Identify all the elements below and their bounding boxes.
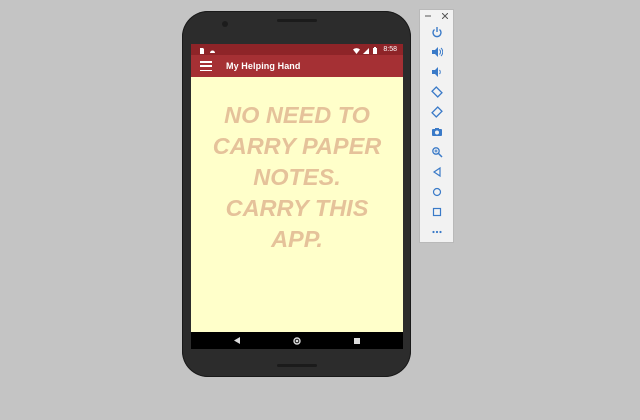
notification-icons xyxy=(199,44,215,55)
signal-icon xyxy=(363,47,370,54)
back-icon[interactable] xyxy=(428,164,446,180)
more-icon[interactable] xyxy=(428,224,446,240)
rotate-right-icon[interactable] xyxy=(428,104,446,120)
phone-screen: 8:58 My Helping Hand NO NEED TO CARRY PA… xyxy=(191,44,403,349)
hamburger-menu-icon[interactable] xyxy=(200,61,212,71)
close-icon[interactable] xyxy=(441,12,449,21)
navigation-bar xyxy=(191,332,403,349)
overview-icon[interactable] xyxy=(428,204,446,220)
volume-up-icon[interactable] xyxy=(428,44,446,60)
status-bar: 8:58 xyxy=(191,44,403,55)
back-icon[interactable] xyxy=(232,336,242,346)
home-icon[interactable] xyxy=(428,184,446,200)
sd-card-icon xyxy=(199,47,205,54)
rotate-left-icon[interactable] xyxy=(428,84,446,100)
emulator-toolbar xyxy=(419,9,454,243)
clock: 8:58 xyxy=(383,46,397,53)
app-bar: My Helping Hand xyxy=(191,55,403,77)
camera-icon[interactable] xyxy=(428,124,446,140)
banner-message: NO NEED TO CARRY PAPER NOTES. CARRY THIS… xyxy=(212,102,382,252)
bottom-speaker xyxy=(277,364,317,367)
home-icon[interactable] xyxy=(292,336,302,346)
app-title: My Helping Hand xyxy=(226,61,301,71)
recents-icon[interactable] xyxy=(352,336,362,346)
minimize-icon[interactable] xyxy=(425,12,432,21)
main-content: NO NEED TO CARRY PAPER NOTES. CARRY THIS… xyxy=(191,77,403,332)
zoom-icon[interactable] xyxy=(428,144,446,160)
wifi-icon xyxy=(353,47,361,54)
desktop: 8:58 My Helping Hand NO NEED TO CARRY PA… xyxy=(0,0,640,420)
phone-frame: 8:58 My Helping Hand NO NEED TO CARRY PA… xyxy=(182,11,411,377)
volume-down-icon[interactable] xyxy=(428,64,446,80)
battery-icon xyxy=(373,46,379,54)
power-icon[interactable] xyxy=(428,24,446,40)
android-icon xyxy=(209,47,215,53)
system-icons: 8:58 xyxy=(353,44,397,55)
toolbar-window-controls xyxy=(420,10,453,23)
front-camera xyxy=(222,21,228,27)
earpiece-speaker xyxy=(277,19,317,22)
